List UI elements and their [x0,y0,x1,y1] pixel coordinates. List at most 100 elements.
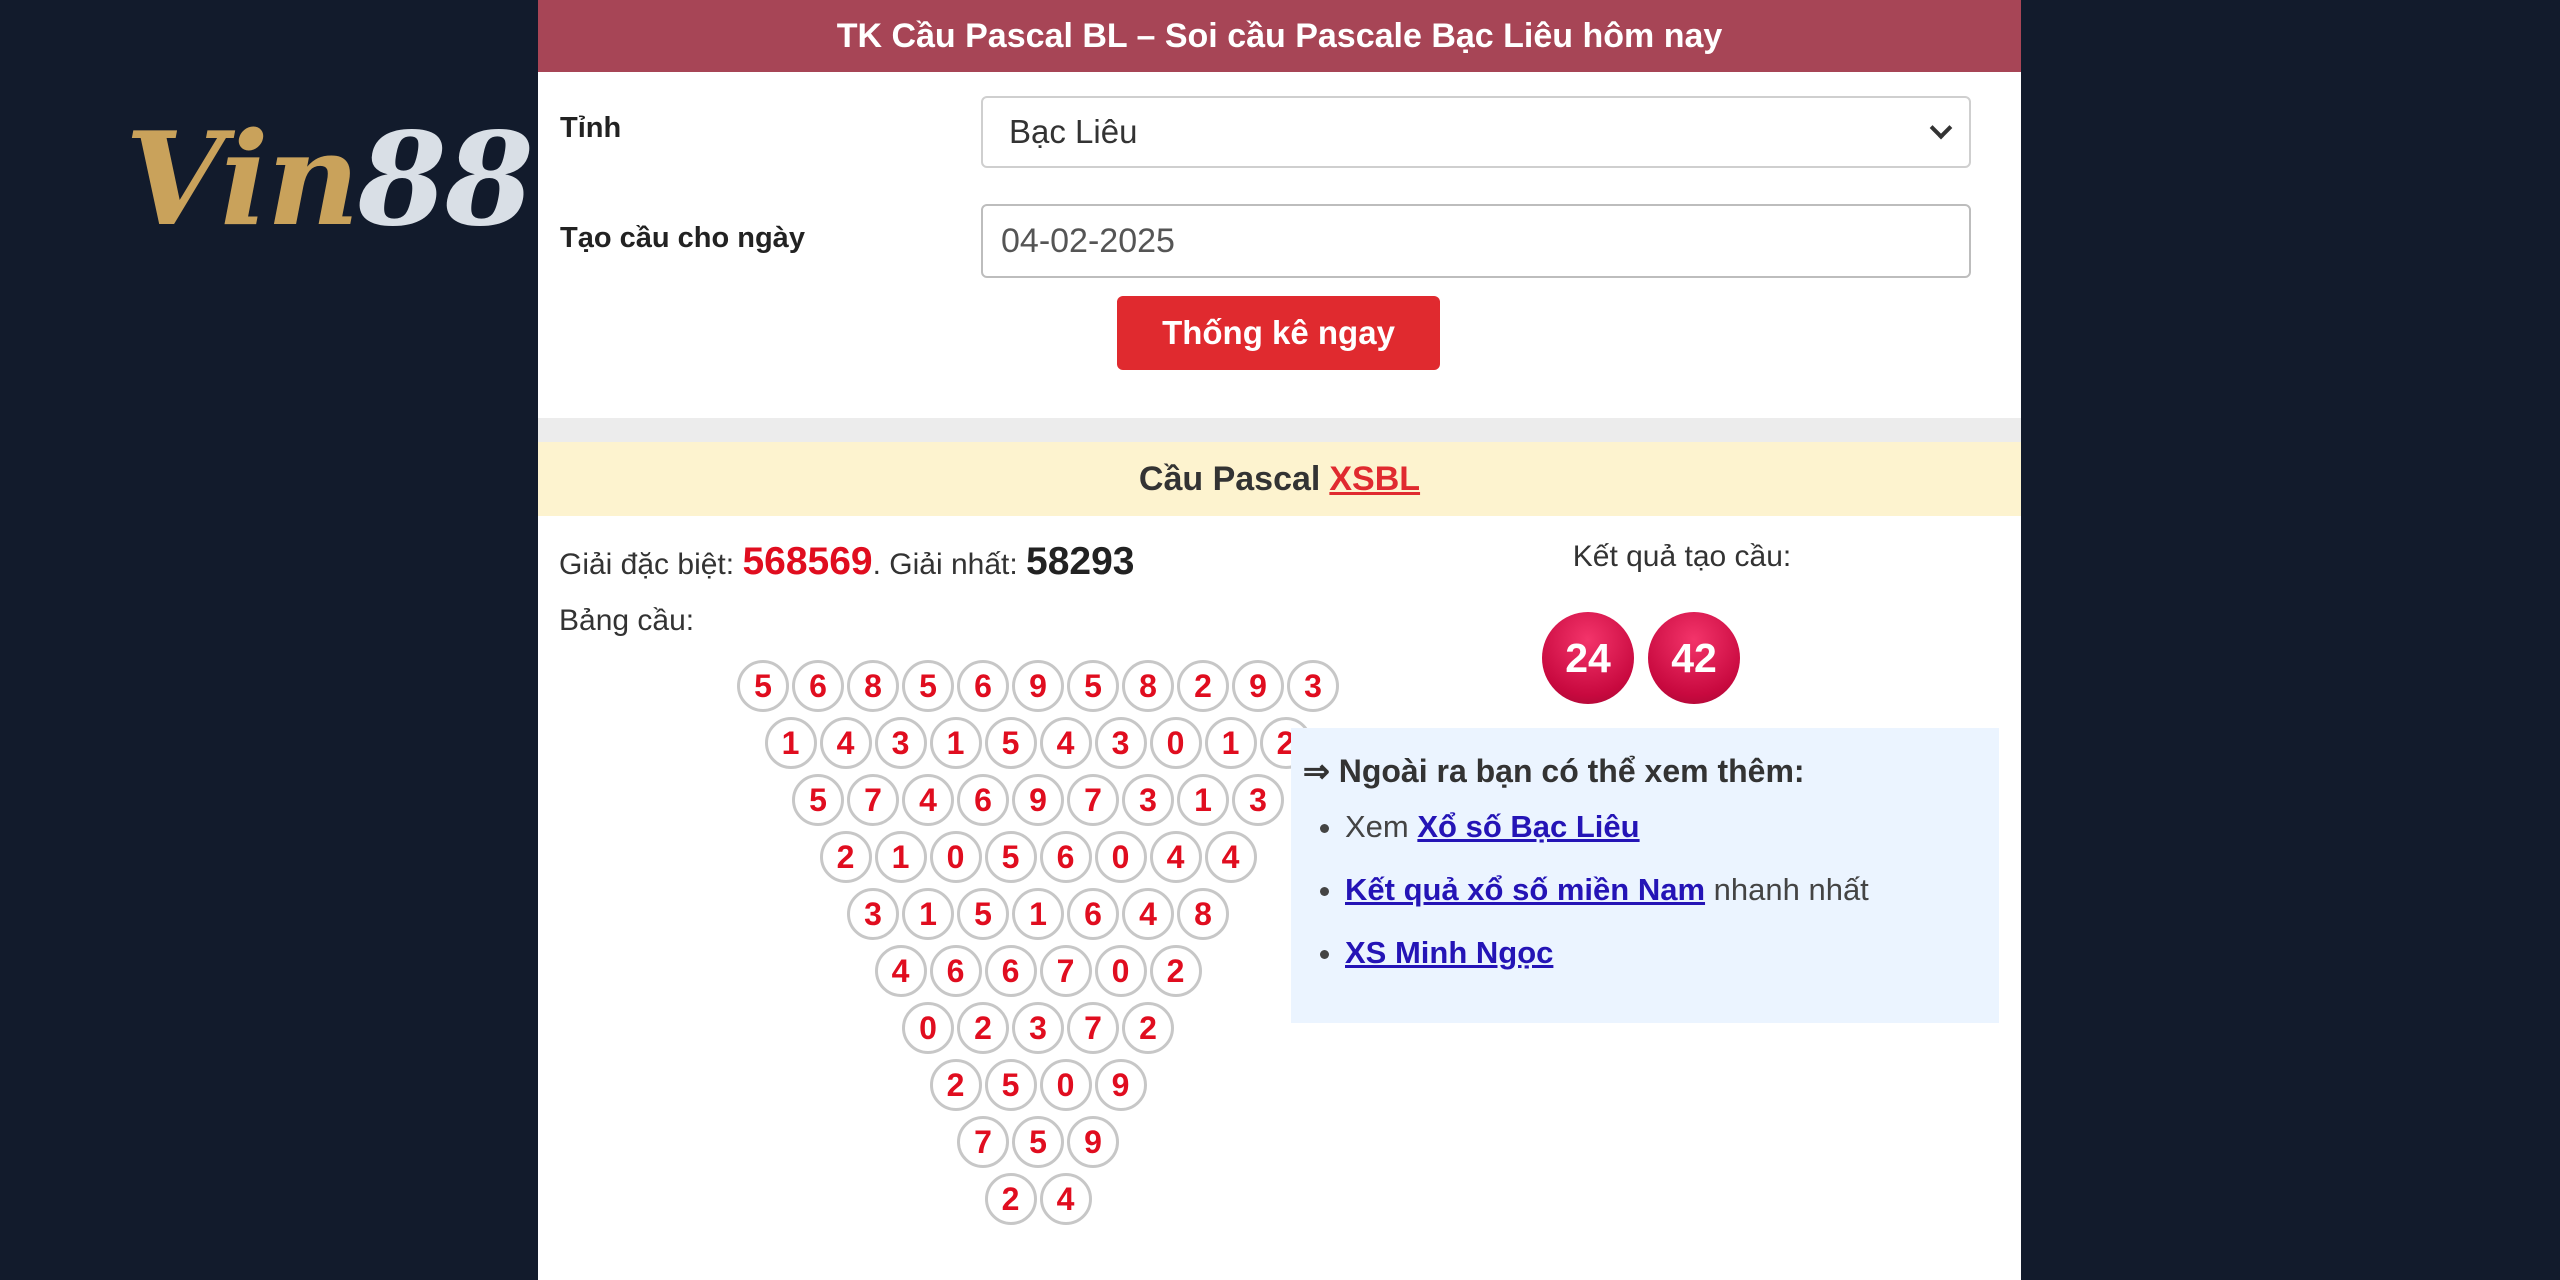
vin88-logo: Vin88 [125,110,534,250]
link-ket-qua-mien-nam[interactable]: Kết quả xổ số miền Nam [1345,872,1705,907]
pascal-cell: 3 [1287,660,1339,712]
result-ball: 42 [1648,612,1740,704]
see-more-title: ⇒ Ngoài ra bạn có thể xem thêm: [1303,753,1805,789]
pascal-cell: 5 [1067,660,1119,712]
result-label: Kết quả tạo cầu: [1572,540,1792,573]
logo-text-88: 88 [357,105,534,255]
pascal-cell: 4 [874,945,927,997]
province-select[interactable]: Bạc Liêu [981,96,1971,168]
pascal-cell: 5 [957,888,1009,940]
pascal-cell: 7 [1039,945,1092,997]
pascal-cell: 7 [957,1116,1009,1168]
pascal-cell: 0 [1094,945,1147,997]
date-row: Tạo cầu cho ngày [538,182,2021,292]
pascal-cell: 1 [1177,774,1229,826]
section-divider [538,418,2021,442]
first-prize-value: 58293 [1026,540,1135,583]
date-label: Tạo cầu cho ngày [560,222,805,254]
pascal-row: 2509 [538,1059,1538,1111]
pascal-cell: 4 [902,774,954,826]
pascal-cell: 2 [929,1059,982,1111]
section-header: Cầu Pascal XSBL [538,442,2021,516]
pascal-cell: 7 [1067,1002,1119,1054]
pascal-cell: 3 [1232,774,1284,826]
pascal-table-label: Bảng cầu: [559,604,695,637]
pascal-cell: 1 [764,717,817,769]
pascal-cell: 3 [874,717,927,769]
pascal-cell: 1 [929,717,982,769]
pascal-cell: 6 [984,945,1037,997]
province-row: Tỉnh Bạc Liêu [538,72,2021,182]
pascal-cell: 8 [847,660,899,712]
pascal-cell: 5 [902,660,954,712]
pascal-row: 56856958293 [538,660,1538,712]
logo-text-vin: Vin [125,105,360,255]
pascal-cell: 8 [1177,888,1229,940]
pascal-cell: 9 [1232,660,1284,712]
pascal-cell: 0 [1094,831,1147,883]
list-item: Kết quả xổ số miền Nam nhanh nhất [1345,871,1987,908]
xsbl-link[interactable]: XSBL [1329,460,1420,499]
pascal-cell: 9 [1012,774,1064,826]
pascal-cell: 3 [1094,717,1147,769]
pascal-cell: 1 [1012,888,1064,940]
pascal-row: 759 [538,1116,1538,1168]
pascal-cell: 9 [1094,1059,1147,1111]
pascal-cell: 8 [1122,660,1174,712]
main-panel: TK Cầu Pascal BL – Soi cầu Pascale Bạc L… [538,0,2021,1280]
list-item: XS Minh Ngọc [1345,934,1987,971]
pascal-cell: 1 [874,831,927,883]
pascal-cell: 2 [1149,945,1202,997]
pascal-cell: 3 [1012,1002,1064,1054]
pascal-cell: 6 [1039,831,1092,883]
pascal-cell: 4 [1122,888,1174,940]
pascal-content: Giải đặc biệt: 568569. Giải nhất: 58293 … [538,516,2021,1276]
first-prize-label: Giải nhất: [889,548,1018,581]
pascal-cell: 0 [1149,717,1202,769]
pascal-cell: 6 [957,660,1009,712]
pascal-cell: 7 [1067,774,1119,826]
pascal-cell: 9 [1067,1116,1119,1168]
pascal-cell: 4 [1204,831,1257,883]
submit-button[interactable]: Thống kê ngay [1117,296,1440,370]
date-input[interactable] [981,204,1971,278]
pascal-cell: 3 [1122,774,1174,826]
pascal-row: 24 [538,1173,1538,1225]
page-title: TK Cầu Pascal BL – Soi cầu Pascale Bạc L… [538,0,2021,72]
pascal-cell: 5 [792,774,844,826]
pascal-cell: 6 [1067,888,1119,940]
chevron-down-icon [1929,116,1953,140]
province-label: Tỉnh [560,112,622,144]
pascal-cell: 0 [902,1002,954,1054]
submit-row: Thống kê ngay [538,292,2021,418]
link-xo-so-bac-lieu[interactable]: Xổ số Bạc Liêu [1417,809,1639,844]
pascal-cell: 2 [1122,1002,1174,1054]
pascal-cell: 6 [792,660,844,712]
see-more-list: Xem Xổ số Bạc Liêu Kết quả xổ số miền Na… [1303,808,1987,972]
prize-separator: . [872,548,881,581]
province-selected-value: Bạc Liêu [1009,113,1138,150]
pascal-cell: 3 [847,888,899,940]
pascal-cell: 2 [819,831,872,883]
pascal-cell: 0 [1039,1059,1092,1111]
pascal-cell: 2 [1177,660,1229,712]
pascal-cell: 4 [1039,717,1092,769]
pascal-cell: 5 [737,660,789,712]
pascal-cell: 9 [1012,660,1064,712]
pascal-cell: 1 [902,888,954,940]
pascal-cell: 2 [957,1002,1009,1054]
pascal-cell: 5 [1012,1116,1064,1168]
pascal-cell: 6 [957,774,1009,826]
pascal-cell: 7 [847,774,899,826]
link-xs-minh-ngoc[interactable]: XS Minh Ngọc [1345,935,1553,970]
pascal-cell: 1 [1204,717,1257,769]
list-item: Xem Xổ số Bạc Liêu [1345,808,1987,845]
pascal-cell: 0 [929,831,982,883]
pascal-cell: 5 [984,1059,1037,1111]
pascal-cell: 4 [819,717,872,769]
list-item-suffix: nhanh nhất [1705,872,1869,908]
result-balls: 24 42 [1542,612,1740,704]
pascal-cell: 5 [984,717,1037,769]
prize-line: Giải đặc biệt: 568569. Giải nhất: 58293 [559,540,1134,584]
pascal-cell: 4 [1039,1173,1092,1225]
